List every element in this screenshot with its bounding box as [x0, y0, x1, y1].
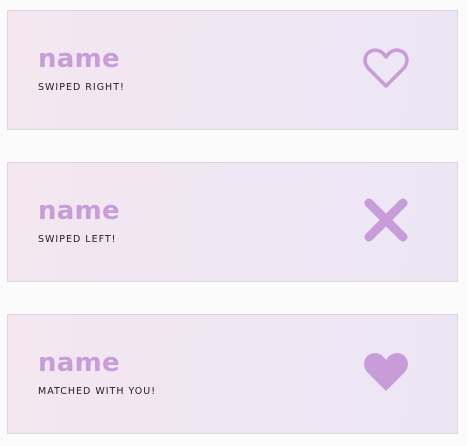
activity-status: MATCHED WITH YOU!	[38, 386, 157, 397]
activity-card-swiped-right[interactable]: name SWIPED RIGHT!	[7, 10, 458, 130]
activity-status: SWIPED RIGHT!	[38, 82, 125, 93]
heart-outline-icon	[360, 42, 412, 94]
user-name: name	[38, 196, 120, 226]
cross-icon	[360, 194, 412, 246]
activity-card-matched[interactable]: name MATCHED WITH YOU!	[7, 314, 458, 434]
user-name: name	[38, 348, 120, 378]
user-name: name	[38, 44, 120, 74]
heart-filled-icon	[360, 346, 412, 398]
activity-card-swiped-left[interactable]: name SWIPED LEFT!	[7, 162, 458, 282]
activity-status: SWIPED LEFT!	[38, 234, 117, 245]
